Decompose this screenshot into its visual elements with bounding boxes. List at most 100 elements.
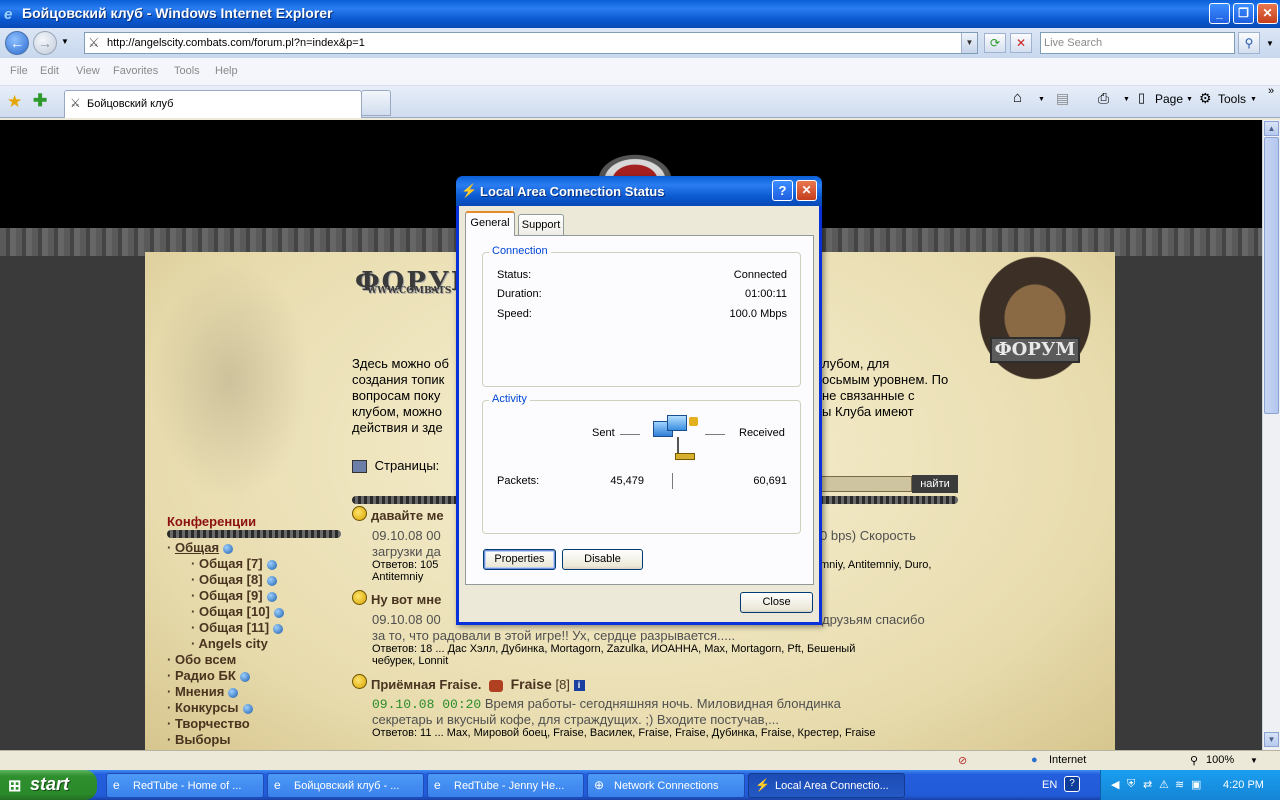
conference-item[interactable]: · Мнения [167,684,284,700]
favorites-star-icon[interactable]: ★ [7,92,22,112]
scroll-up-icon[interactable]: ▲ [1264,121,1279,136]
conference-item[interactable]: · Конкурсы [167,700,284,716]
help-button[interactable]: ? [772,180,793,201]
network-tray-icon[interactable]: ⇄ [1143,778,1152,791]
recent-pages-dropdown-icon[interactable]: ▼ [61,37,69,46]
menu-view[interactable]: View [76,65,100,77]
refresh-button[interactable]: ⟳ [984,33,1006,53]
conference-item[interactable]: · Выборы [167,732,284,748]
page-menu[interactable]: Page [1155,92,1183,106]
stop-button[interactable]: ✕ [1010,33,1032,53]
conference-item[interactable]: · Радио БК [167,668,284,684]
taskbar-item-active[interactable]: ⚡ Local Area Connectio... [748,773,905,798]
topic-title[interactable]: Ну вот мне [371,592,441,607]
address-url[interactable]: http://angelscity.combats.com/forum.pl?n… [107,37,365,49]
close-window-button[interactable]: ✕ [1257,3,1278,24]
tab-support[interactable]: Support [518,214,564,236]
tools-menu[interactable]: Tools [1218,92,1246,106]
feeds-icon[interactable]: ▤ [1056,90,1069,107]
conference-label[interactable]: Радио БК [175,668,236,683]
topic-body-line: загрузки да [372,544,441,559]
conference-item[interactable]: · Творчество [167,716,284,732]
tools-dropdown-icon[interactable]: ▼ [1250,96,1257,103]
conference-label[interactable]: Общая [175,540,219,555]
taskbar-item[interactable]: e Бойцовский клуб - ... [267,773,424,798]
conference-item[interactable]: · Общая [9] [167,588,284,604]
address-bar[interactable]: ⚔ http://angelscity.combats.com/forum.pl… [84,32,978,54]
menu-favorites[interactable]: Favorites [113,65,158,77]
scroll-thumb[interactable] [1264,137,1279,414]
scroll-down-icon[interactable]: ▼ [1264,732,1279,747]
find-button[interactable]: найти [912,475,958,493]
menu-tools[interactable]: Tools [174,65,200,77]
wireless-icon[interactable]: ≋ [1175,778,1184,791]
search-input[interactable]: Live Search [1040,32,1235,54]
conference-label[interactable]: Выборы [175,732,231,747]
taskbar-item[interactable]: e RedTube - Home of ... [106,773,264,798]
conference-label[interactable]: Общая [9] [199,588,263,603]
conference-label[interactable]: Общая [8] [199,572,263,587]
menu-file[interactable]: File [10,65,28,77]
home-dropdown-icon[interactable]: ▼ [1038,96,1045,103]
topic-repliers-line: Antitemniy [372,571,424,583]
maximize-button[interactable]: ❐ [1233,3,1254,24]
minimize-button[interactable]: _ [1209,3,1230,24]
zoom-level[interactable]: 100% [1206,754,1234,766]
zoom-dropdown-icon[interactable]: ▼ [1250,756,1258,765]
user-info-icon[interactable]: i [573,680,585,692]
search-icon[interactable]: ⚲ [1238,32,1260,54]
address-dropdown-icon[interactable]: ▼ [961,33,977,53]
dialog-titlebar[interactable]: ⚡ Local Area Connection Status ? ✕ [456,176,822,206]
close-button[interactable]: Close [740,592,813,613]
conference-label[interactable]: Конкурсы [175,700,239,715]
conference-label[interactable]: Творчество [175,716,250,731]
page-scrollbar[interactable]: ▲ ▼ [1262,120,1280,750]
popup-blocked-icon[interactable]: ⊘ [958,754,967,767]
page-dropdown-icon[interactable]: ▼ [1186,96,1193,103]
taskbar-item[interactable]: ⊕ Network Connections [587,773,745,798]
new-tab-button[interactable] [361,90,391,116]
conference-item[interactable]: · Обо всем [167,652,284,668]
conference-item[interactable]: · Общая [11] [167,620,284,636]
clock[interactable]: 4:20 PM [1223,779,1264,791]
forward-button[interactable]: → [33,31,57,55]
language-indicator[interactable]: EN [1042,779,1057,791]
forum-search-input[interactable] [820,476,912,492]
conference-label[interactable]: Общая [7] [199,556,263,571]
print-icon[interactable]: ⎙ [1098,90,1109,107]
tab-general[interactable]: General [465,211,515,236]
properties-button[interactable]: Properties [483,549,556,570]
taskbar-item[interactable]: e RedTube - Jenny He... [427,773,584,798]
conference-item[interactable]: · Общая [167,540,284,556]
received-label: Received [739,427,785,439]
conference-item[interactable]: · Общая [8] [167,572,284,588]
help-icon[interactable]: ? [1064,776,1080,792]
browser-tab[interactable]: ⚔ Бойцовский клуб [64,90,362,118]
conference-label[interactable]: Обо всем [175,652,236,667]
menu-edit[interactable]: Edit [40,65,59,77]
add-favorites-icon[interactable]: ✚ [33,91,47,111]
app-tray-icon[interactable]: ▣ [1191,778,1201,791]
menu-help[interactable]: Help [215,65,238,77]
print-dropdown-icon[interactable]: ▼ [1123,96,1130,103]
conference-item[interactable]: · Общая [7] [167,556,284,572]
shield-icon[interactable]: ⛨ [1127,778,1135,791]
dialog-close-icon[interactable]: ✕ [796,180,817,201]
disable-button[interactable]: Disable [562,549,643,570]
topic-repliers-line: чебурек, Lonnit [372,655,449,667]
conference-label[interactable]: Angels city [198,636,267,651]
home-icon[interactable]: ⌂ [1013,89,1022,106]
topic-title[interactable]: давайте ме [371,508,444,523]
tray-chevron-icon[interactable]: ◀ [1111,778,1119,791]
conference-label[interactable]: Общая [10] [199,604,270,619]
back-button[interactable]: ← [5,31,29,55]
conference-item[interactable]: · Общая [10] [167,604,284,620]
start-button[interactable]: ⊞ start [0,770,97,800]
search-options-icon[interactable]: ▼ [1266,39,1274,48]
security-alert-icon[interactable]: ⚠ [1159,778,1169,791]
topic-title[interactable]: Приёмная Fraise. Fraise [8] i [371,676,585,692]
chevron-more-icon[interactable]: » [1268,85,1274,97]
conference-label[interactable]: Общая [11] [199,620,269,635]
conference-item[interactable]: · Angels city [167,636,284,652]
conference-label[interactable]: Мнения [175,684,224,699]
